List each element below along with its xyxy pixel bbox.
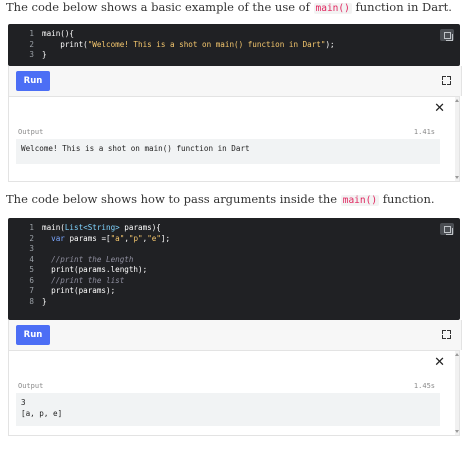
run-button[interactable]: Run	[16, 71, 50, 91]
output-time: 1.41s	[413, 128, 435, 136]
output-line: 3	[21, 398, 26, 407]
code-comment: //print the Length	[51, 254, 134, 264]
output-line: [a, p, e]	[21, 408, 63, 418]
code-text: var params =["a","p","e"];	[42, 234, 170, 245]
code-token: print(params);	[42, 286, 116, 295]
inline-code-main: main()	[313, 3, 352, 14]
line-number: 8	[29, 296, 34, 306]
code-comment: //print the list	[51, 275, 125, 285]
code-string: "e"	[147, 233, 161, 243]
code-token: );	[325, 39, 335, 49]
intro-text-after: function.	[379, 192, 435, 206]
code-token: print(params.length);	[42, 265, 148, 274]
line-number: 2	[29, 233, 34, 243]
intro-text-before: The code below shows how to pass argumen…	[6, 192, 341, 206]
scroll-up-arrow-icon[interactable]	[455, 99, 459, 102]
output-line: Welcome! This is a shot on main() functi…	[21, 144, 250, 153]
output-content: 3 [a, p, e]	[16, 393, 440, 426]
code-token: }	[42, 50, 47, 59]
scroll-down-arrow-icon[interactable]	[455, 176, 459, 179]
line-number: 3	[29, 50, 34, 59]
line-number: 6	[29, 275, 34, 285]
code-token: main(	[42, 223, 65, 232]
output-label: Output	[18, 382, 44, 390]
scroll-down-arrow-icon[interactable]	[455, 430, 459, 433]
code-token: params =[	[64, 233, 111, 243]
line-number: 3	[29, 244, 34, 253]
copy-icon[interactable]	[440, 29, 454, 41]
code-token: }	[42, 296, 47, 306]
code-block-1[interactable]: 1 main(){ 2 print("Welcome! This is a shot…	[8, 24, 460, 66]
code-token: var	[51, 233, 65, 243]
intro-paragraph-1: The code below shows a basic example of …	[6, 0, 452, 16]
code-token: params){	[119, 223, 161, 232]
close-icon[interactable]: ✕	[434, 356, 445, 369]
output-time: 1.45s	[413, 382, 435, 390]
scrollbar[interactable]	[455, 97, 459, 181]
run-bar-1: Run	[8, 66, 462, 96]
scroll-up-arrow-icon[interactable]	[455, 353, 459, 356]
code-text: main(){	[42, 29, 74, 40]
run-bar-2: Run	[8, 320, 462, 350]
intro-text-after: function in Dart.	[351, 0, 452, 14]
code-token: print(	[42, 39, 88, 49]
code-text: //print the list	[42, 276, 124, 287]
close-icon[interactable]: ✕	[434, 102, 445, 115]
intro-text-before: The code below shows a basic example of …	[6, 0, 314, 14]
code-string: "Welcome! This is a shot on main() funct…	[87, 39, 326, 49]
expand-icon[interactable]	[442, 330, 451, 339]
line-number: 1	[29, 29, 34, 38]
code-text: print(params);	[42, 286, 115, 297]
output-content: Welcome! This is a shot on main() functi…	[16, 139, 440, 164]
run-button[interactable]: Run	[16, 325, 50, 345]
code-token: List<String>	[64, 223, 120, 232]
line-number: 4	[29, 254, 34, 264]
code-text: }	[42, 297, 47, 308]
code-text: //print the Length	[42, 255, 133, 266]
code-text: print("Welcome! This is a shot on main()…	[42, 39, 335, 51]
line-number: 7	[29, 286, 34, 295]
intro-paragraph-2: The code below shows how to pass argumen…	[6, 192, 435, 208]
inline-code-main: main()	[340, 195, 380, 206]
scrollbar[interactable]	[455, 351, 459, 435]
code-text: }	[42, 50, 47, 61]
code-text: print(params.length);	[42, 265, 147, 276]
line-number: 1	[29, 223, 34, 232]
expand-icon[interactable]	[442, 76, 451, 85]
code-string: "a"	[110, 233, 125, 243]
line-number: 5	[29, 265, 34, 274]
output-label: Output	[18, 128, 44, 136]
code-string: "p"	[128, 233, 143, 243]
line-number: 2	[29, 39, 34, 49]
code-block-2[interactable]: 1 main(List<String> params){ 2 var params …	[8, 218, 460, 320]
code-text: main(List<String> params){	[42, 223, 161, 234]
code-token: ];	[160, 233, 171, 243]
output-panel-2: ✕ Output 1.45s 3 [a, p, e]	[8, 350, 460, 436]
copy-icon[interactable]	[440, 223, 454, 235]
code-token: main(){	[42, 29, 75, 38]
output-panel-1: ✕ Output 1.41s Welcome! This is a shot o…	[8, 96, 460, 182]
